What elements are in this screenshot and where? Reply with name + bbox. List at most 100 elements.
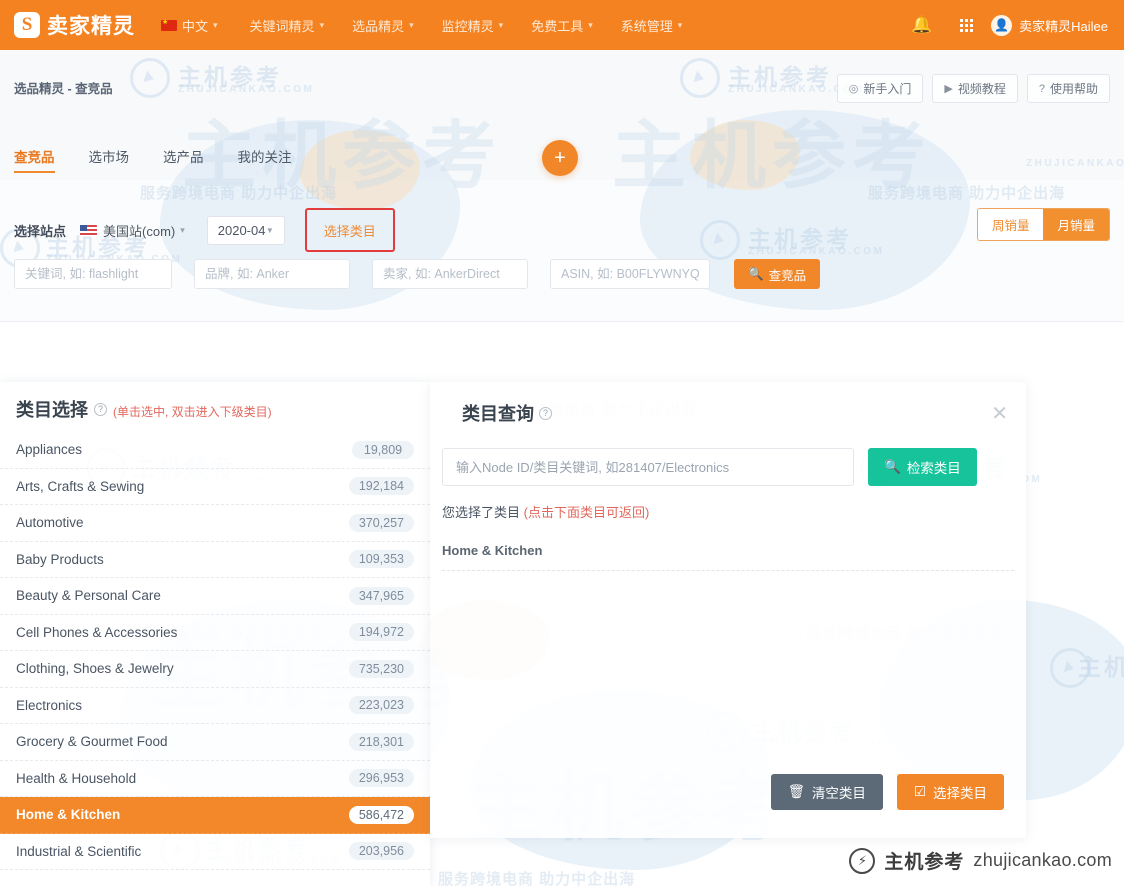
seller-input[interactable]: [372, 259, 528, 289]
list-item[interactable]: Grocery & Gourmet Food 218,301: [0, 724, 430, 761]
category-button-highlight: 选择类目: [304, 208, 395, 252]
category-count: 109,353: [348, 550, 414, 569]
help-button-group: ◎ 新手入门 ▶ 视频教程 ? 使用帮助: [836, 74, 1110, 103]
toggle-weekly-sales[interactable]: 周销量: [977, 209, 1044, 240]
category-name: Cell Phones & Accessories: [16, 624, 178, 640]
nav-item-product-selection[interactable]: 选品精灵 ▾: [352, 16, 414, 35]
chevron-down-icon: ▾: [180, 224, 185, 235]
selected-category-breadcrumb[interactable]: Home & Kitchen: [442, 543, 1014, 571]
sales-period-toggle: 周销量 月销量: [976, 208, 1110, 241]
help-button-label: 新手入门: [863, 82, 912, 96]
question-circle-icon[interactable]: ?: [539, 406, 552, 420]
category-query-modal: 类目查询 ? ✕ 🔍 检索类目 您选择了类目 (点击下面类目可返回) Home …: [430, 382, 1026, 838]
nav-item-label: 关键词精灵: [249, 18, 315, 34]
top-right-actions: 🔔 👤 卖家精灵Hailee: [897, 14, 1108, 36]
search-icon: 🔍: [884, 459, 901, 474]
month-dropdown[interactable]: 2020-04 ▼: [206, 215, 285, 245]
clear-category-button[interactable]: 🗑 清空类目: [770, 774, 883, 810]
category-list[interactable]: Appliances 19,809 Arts, Crafts & Sewing …: [0, 432, 430, 870]
asin-input[interactable]: [550, 259, 710, 289]
page-tabs: 查竞品 选市场 选产品 我的关注: [14, 146, 326, 173]
site-value: 美国站(com): [103, 223, 176, 239]
help-button-label: 使用帮助: [1049, 82, 1098, 96]
list-item[interactable]: Clothing, Shoes & Jewelry 735,230: [0, 651, 430, 688]
list-item[interactable]: Automotive 370,257: [0, 505, 430, 542]
category-count: 218,301: [348, 732, 414, 751]
brand-domain: zhujicankao.com: [973, 850, 1112, 870]
category-count: 347,965: [348, 586, 414, 605]
search-competitors-button[interactable]: 🔍 查竞品: [734, 259, 821, 289]
video-tutorial-button[interactable]: ▶ 视频教程: [932, 74, 1018, 103]
add-button[interactable]: +: [542, 140, 578, 176]
list-item[interactable]: Electronics 223,023: [0, 688, 430, 724]
main-nav: 中文 ▾ 关键词精灵 ▾ 选品精灵 ▾ 监控精灵 ▾ 免费工具 ▾ 系统管理 ▾: [155, 16, 696, 35]
checkbox-icon: ☑: [913, 784, 926, 799]
category-count: 586,472: [348, 805, 414, 824]
nav-item-label: 系统管理: [620, 18, 673, 34]
notification-bell-icon[interactable]: 🔔: [911, 15, 932, 35]
china-flag-icon: [161, 17, 177, 31]
clear-button-label: 清空类目: [811, 786, 866, 801]
nav-item-monitor[interactable]: 监控精灵 ▾: [442, 16, 504, 35]
app-logo[interactable]: S 卖家精灵: [14, 10, 135, 40]
category-count: 194,972: [348, 623, 414, 642]
tab-select-product[interactable]: 选产品: [163, 146, 204, 173]
nav-language-selector[interactable]: 中文 ▾: [161, 16, 218, 35]
compass-icon: ◎: [848, 83, 859, 95]
category-name: Baby Products: [16, 551, 104, 567]
select-category-button[interactable]: 选择类目: [324, 221, 376, 240]
us-flag-icon: [80, 224, 98, 236]
logo-mark-icon: S: [14, 12, 40, 38]
category-name: Health & Household: [16, 770, 137, 786]
search-filters-row: 🔍 查竞品: [14, 259, 821, 289]
list-item-selected[interactable]: Home & Kitchen 586,472: [0, 797, 430, 834]
category-panel-header: 类目选择 ? (单击选中, 双击进入下级类目): [0, 382, 430, 432]
help-button-label: 视频教程: [957, 82, 1006, 96]
avatar: 👤: [991, 14, 1013, 36]
node-search-row: 🔍 检索类目: [430, 426, 1026, 486]
category-name: Arts, Crafts & Sewing: [16, 478, 145, 494]
beginner-guide-button[interactable]: ◎ 新手入门: [836, 74, 924, 103]
category-name: Appliances: [16, 442, 83, 458]
list-item[interactable]: Health & Household 296,953: [0, 761, 430, 797]
question-circle-icon[interactable]: ?: [94, 402, 107, 416]
search-category-button[interactable]: 🔍 检索类目: [868, 448, 977, 486]
list-item[interactable]: Industrial & Scientific 203,956: [0, 834, 430, 870]
chevron-down-icon: ▼: [265, 225, 274, 235]
toggle-monthly-sales[interactable]: 月销量: [1043, 209, 1109, 240]
category-name: Home & Kitchen: [16, 807, 121, 823]
brand-input[interactable]: [194, 259, 350, 289]
list-item[interactable]: Baby Products 109,353: [0, 542, 430, 578]
nav-item-keyword[interactable]: 关键词精灵 ▾: [250, 16, 325, 35]
apps-grid-icon[interactable]: [960, 18, 974, 32]
category-count: 203,956: [348, 842, 414, 861]
usage-help-button[interactable]: ? 使用帮助: [1026, 74, 1110, 103]
category-count: 19,809: [352, 440, 414, 459]
tab-select-market[interactable]: 选市场: [89, 146, 130, 173]
selected-category-note: 您选择了类目 (点击下面类目可返回): [430, 486, 1026, 521]
top-navigation-bar: S 卖家精灵 中文 ▾ 关键词精灵 ▾ 选品精灵 ▾ 监控精灵 ▾ 免费工具 ▾…: [0, 0, 1124, 50]
site-dropdown[interactable]: 美国站(com) ▾: [80, 221, 185, 240]
category-name: Industrial & Scientific: [16, 843, 142, 859]
tab-check-competitors[interactable]: 查竞品: [14, 146, 55, 173]
nav-item-free-tools[interactable]: 免费工具 ▾: [531, 16, 593, 35]
nav-item-system-management[interactable]: 系统管理 ▾: [621, 16, 683, 35]
node-id-input[interactable]: [442, 448, 854, 486]
brand-name-cn: 主机参考: [884, 852, 965, 873]
site-brand-watermark: ⚡ 主机参考 zhujicankao.com: [849, 847, 1112, 874]
confirm-category-button[interactable]: ☑ 选择类目: [896, 774, 1004, 810]
close-icon[interactable]: ✕: [991, 404, 1008, 424]
chevron-down-icon: ▾: [498, 19, 504, 30]
keyword-input[interactable]: [14, 259, 172, 289]
list-item[interactable]: Beauty & Personal Care 347,965: [0, 578, 430, 615]
list-item[interactable]: Cell Phones & Accessories 194,972: [0, 615, 430, 651]
nav-item-label: 监控精灵: [441, 18, 494, 34]
tab-my-follows[interactable]: 我的关注: [238, 146, 292, 173]
username-label: 卖家精灵Hailee: [1019, 18, 1108, 34]
list-item[interactable]: Arts, Crafts & Sewing 192,184: [0, 469, 430, 505]
list-item[interactable]: Appliances 19,809: [0, 432, 430, 469]
category-selection-panel: 类目选择 ? (单击选中, 双击进入下级类目) Appliances 19,80…: [0, 382, 430, 886]
category-count: 296,953: [348, 769, 414, 788]
chevron-down-icon: ▾: [213, 19, 218, 30]
user-menu[interactable]: 👤 卖家精灵Hailee: [991, 14, 1108, 36]
